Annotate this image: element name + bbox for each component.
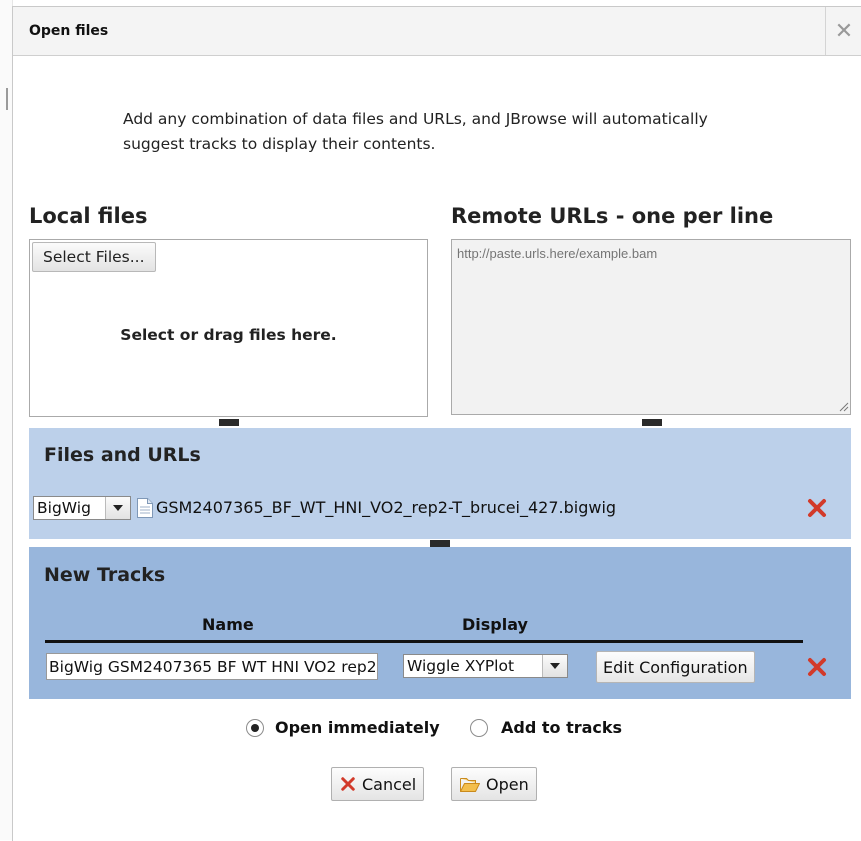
column-header-display: Display bbox=[462, 615, 528, 634]
red-x-icon[interactable] bbox=[805, 655, 829, 679]
red-x-icon[interactable] bbox=[805, 496, 829, 520]
remote-urls-heading: Remote URLs - one per line bbox=[451, 204, 774, 228]
files-and-urls-heading: Files and URLs bbox=[44, 444, 201, 466]
open-immediately-label: Open immediately bbox=[275, 718, 440, 737]
page-edge-mark bbox=[6, 88, 8, 110]
resize-handle-icon[interactable] bbox=[837, 400, 849, 412]
header-rule bbox=[45, 640, 803, 643]
add-to-tracks-radio[interactable] bbox=[470, 719, 488, 737]
red-x-icon bbox=[341, 777, 355, 791]
file-name: GSM2407365_BF_WT_HNI_VO2_rep2-T_brucei_4… bbox=[156, 498, 617, 517]
splitter-handle[interactable] bbox=[430, 540, 450, 547]
files-and-urls-panel: Files and URLs BigWig GSM2407365_BF_WT_H… bbox=[29, 428, 851, 539]
chevron-down-icon bbox=[542, 655, 567, 677]
dialog-titlebar: Open files ✕ bbox=[13, 7, 861, 56]
folder-open-icon bbox=[460, 778, 480, 792]
local-files-heading: Local files bbox=[29, 204, 148, 228]
cancel-label: Cancel bbox=[362, 774, 417, 794]
add-to-tracks-label: Add to tracks bbox=[501, 718, 623, 737]
open-label: Open bbox=[486, 774, 529, 794]
open-immediately-radio[interactable] bbox=[246, 719, 264, 737]
track-name-input[interactable] bbox=[46, 653, 378, 680]
document-icon bbox=[137, 498, 153, 518]
close-icon: ✕ bbox=[834, 18, 854, 44]
splitter-handle[interactable] bbox=[219, 419, 239, 426]
edit-configuration-button[interactable]: Edit Configuration bbox=[596, 651, 755, 683]
display-type-value: Wiggle XYPlot bbox=[407, 657, 515, 675]
intro-text: Add any combination of data files and UR… bbox=[123, 110, 708, 153]
dialog-title: Open files bbox=[29, 23, 109, 39]
remote-urls-textarea[interactable] bbox=[451, 239, 851, 415]
cancel-button[interactable]: Cancel bbox=[331, 767, 425, 801]
column-header-name: Name bbox=[202, 615, 254, 634]
select-files-button[interactable]: Select Files... bbox=[32, 242, 156, 272]
splitter-handle[interactable] bbox=[642, 419, 662, 426]
file-type-value: BigWig bbox=[37, 499, 91, 517]
local-files-dropzone[interactable]: Select Files... Select or drag files her… bbox=[29, 239, 428, 417]
drop-hint: Select or drag files here. bbox=[120, 326, 337, 344]
close-button[interactable]: ✕ bbox=[825, 7, 861, 55]
file-type-select[interactable]: BigWig bbox=[33, 496, 131, 520]
open-files-dialog: Open files ✕ Add any combination of data… bbox=[12, 6, 861, 841]
chevron-down-icon bbox=[105, 497, 130, 519]
new-tracks-heading: New Tracks bbox=[44, 564, 166, 586]
open-button[interactable]: Open bbox=[451, 767, 537, 801]
display-type-select[interactable]: Wiggle XYPlot bbox=[403, 654, 568, 678]
